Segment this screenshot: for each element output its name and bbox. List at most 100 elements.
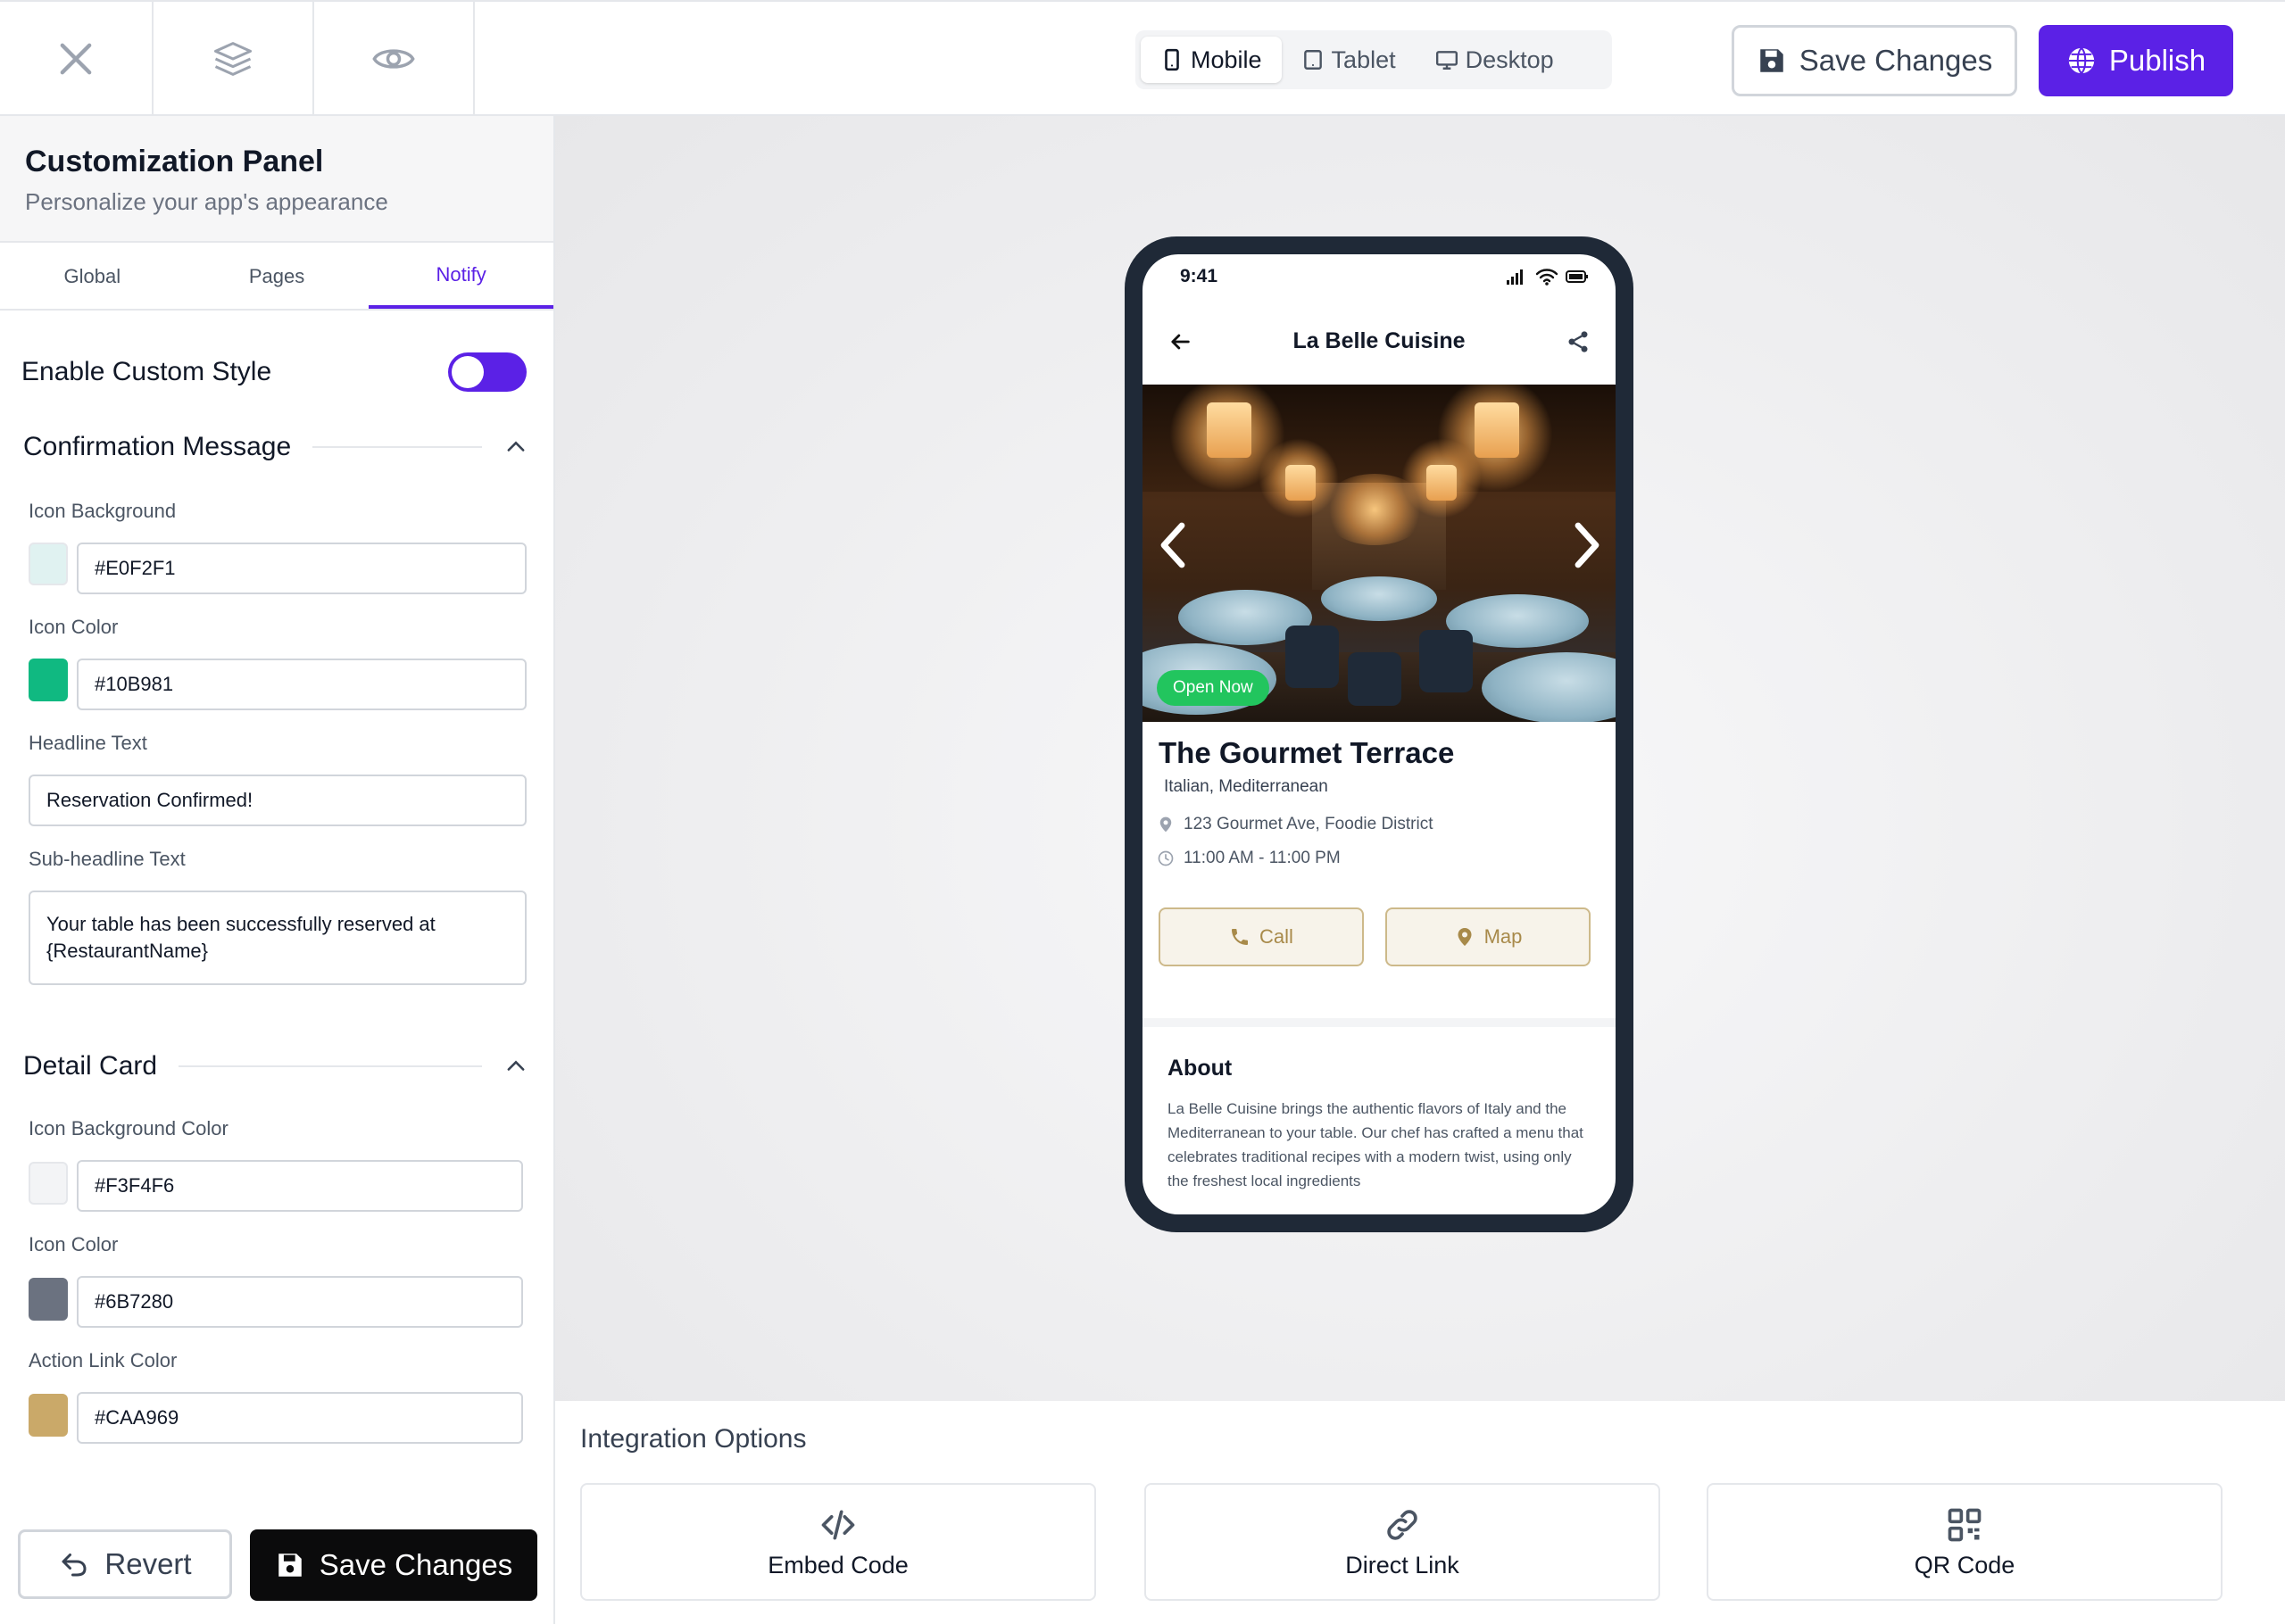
call-button[interactable]: Call <box>1159 907 1364 966</box>
hero-pendant-lamp <box>1285 465 1316 501</box>
about-text: La Belle Cuisine brings the authentic fl… <box>1167 1100 1583 1189</box>
enable-custom-style-row: Enable Custom Style <box>21 350 527 394</box>
device-mobile-button[interactable]: Mobile <box>1141 37 1282 83</box>
integration-options: Integration Options Embed Code Direct Li… <box>555 1401 2285 1624</box>
embed-code-card[interactable]: Embed Code <box>580 1483 1096 1601</box>
detail-card-section-title: Detail Card <box>23 1051 158 1081</box>
close-icon <box>60 43 92 75</box>
tab-pages[interactable]: Pages <box>185 244 370 309</box>
floppy-disk-icon <box>1760 49 1783 72</box>
preview-button[interactable] <box>314 2 475 116</box>
subheadline-text-input[interactable]: Your table has been successfully reserve… <box>29 891 527 985</box>
icon-color-input[interactable]: #10B981 <box>77 659 527 710</box>
link-icon <box>1387 1509 1417 1540</box>
eye-icon <box>372 49 415 69</box>
direct-link-label: Direct Link <box>1345 1551 1459 1578</box>
headline-text-input[interactable]: Reservation Confirmed! <box>29 775 527 826</box>
save-changes-button[interactable]: Save Changes <box>1732 25 2017 96</box>
detail-icon-background-swatch[interactable] <box>29 1162 68 1205</box>
enable-custom-style-label: Enable Custom Style <box>21 357 272 386</box>
detail-icon-color-swatch[interactable] <box>29 1278 68 1321</box>
device-tablet-button[interactable]: Tablet <box>1282 37 1416 83</box>
section-divider <box>312 446 482 448</box>
revert-button[interactable]: Revert <box>18 1529 232 1599</box>
chevron-up-icon <box>507 441 525 452</box>
detail-icon-background-label: Icon Background Color <box>29 1117 228 1139</box>
clock-icon <box>1158 850 1174 866</box>
revert-label: Revert <box>104 1547 192 1580</box>
icon-color-label: Icon Color <box>29 616 119 638</box>
restaurant-hero-image: Open Now <box>1142 385 1616 722</box>
restaurant-hours: 11:00 AM - 11:00 PM <box>1184 849 1341 867</box>
panel-header: Customization Panel Personalize your app… <box>0 116 553 243</box>
call-label: Call <box>1259 925 1293 948</box>
carousel-prev-icon[interactable] <box>1155 518 1191 572</box>
open-now-badge: Open Now <box>1157 670 1269 706</box>
map-pin-icon <box>1159 816 1172 833</box>
share-icon[interactable] <box>1566 329 1591 354</box>
restaurant-cuisine: Italian, Mediterranean <box>1164 777 1328 796</box>
device-desktop-label: Desktop <box>1465 46 1554 73</box>
tablet-icon <box>1303 50 1322 70</box>
toggle-knob <box>452 356 484 388</box>
device-mobile-label: Mobile <box>1191 46 1262 73</box>
detail-icon-background-input[interactable]: #F3F4F6 <box>77 1160 523 1212</box>
phone-frame: 9:41 La Belle Cuisine Open Now The Gourm… <box>1125 236 1633 1232</box>
device-switcher: Mobile Tablet Desktop <box>1135 30 1612 89</box>
publish-label: Publish <box>2108 44 2206 77</box>
confirmation-section-title: Confirmation Message <box>23 432 292 461</box>
panel-save-changes-button[interactable]: Save Changes <box>250 1529 537 1601</box>
icon-background-input[interactable]: #E0F2F1 <box>77 543 527 594</box>
publish-button[interactable]: Publish <box>2039 25 2233 96</box>
back-arrow-icon[interactable] <box>1167 329 1192 354</box>
top-toolbar: Mobile Tablet Desktop Save Changes Publi… <box>0 0 2285 116</box>
panel-subtitle: Personalize your app's appearance <box>25 188 388 215</box>
icon-color-swatch[interactable] <box>29 659 68 701</box>
device-desktop-button[interactable]: Desktop <box>1416 37 1574 83</box>
tab-global[interactable]: Global <box>0 244 185 309</box>
map-button[interactable]: Map <box>1385 907 1591 966</box>
phone-screen: 9:41 La Belle Cuisine Open Now The Gourm… <box>1142 254 1616 1214</box>
map-pin-icon <box>1458 928 1472 946</box>
enable-custom-style-toggle[interactable] <box>448 352 527 392</box>
carousel-next-icon[interactable] <box>1569 518 1605 572</box>
qr-code-icon <box>1948 1508 1982 1541</box>
hero-pendant-lamp <box>1207 402 1251 458</box>
embed-code-label: Embed Code <box>768 1551 909 1578</box>
detail-icon-color-input[interactable]: #6B7280 <box>77 1276 523 1328</box>
desktop-icon <box>1435 51 1458 70</box>
address-row: 123 Gourmet Ave, Foodie District <box>1157 815 1433 834</box>
hero-chair <box>1419 630 1473 692</box>
app-header: La Belle Cuisine <box>1142 299 1616 385</box>
map-label: Map <box>1483 925 1523 948</box>
wifi-icon <box>1535 269 1558 286</box>
battery-icon <box>1566 270 1588 283</box>
status-time: 9:41 <box>1180 266 1218 286</box>
confirmation-section-header[interactable]: Confirmation Message <box>23 425 528 469</box>
direct-link-card[interactable]: Direct Link <box>1144 1483 1660 1601</box>
layers-icon <box>213 42 253 76</box>
device-tablet-label: Tablet <box>1331 46 1396 73</box>
headline-text-label: Headline Text <box>29 732 147 754</box>
panel-tabs: Global Pages Notify <box>0 244 554 311</box>
restaurant-address: 123 Gourmet Ave, Foodie District <box>1184 815 1433 833</box>
app-title: La Belle Cuisine <box>1292 328 1466 353</box>
action-link-color-swatch[interactable] <box>29 1394 68 1437</box>
hero-light-glow <box>1321 474 1428 545</box>
layers-button[interactable] <box>154 2 314 116</box>
icon-background-label: Icon Background <box>29 500 177 522</box>
code-icon <box>821 1510 855 1539</box>
tab-notify[interactable]: Notify <box>369 244 554 309</box>
panel-footer: Revert Save Changes <box>0 1494 553 1624</box>
globe-icon <box>2068 47 2095 74</box>
close-button[interactable] <box>0 2 154 116</box>
chevron-up-icon <box>507 1060 525 1071</box>
floppy-disk-icon <box>278 1554 302 1577</box>
detail-card-section-header[interactable]: Detail Card <box>23 1044 528 1089</box>
hero-pendant-lamp <box>1426 465 1457 501</box>
hero-table <box>1321 576 1437 621</box>
qr-code-card[interactable]: QR Code <box>1707 1483 2223 1601</box>
signal-icon <box>1507 269 1523 285</box>
action-link-color-input[interactable]: #CAA969 <box>77 1392 523 1444</box>
icon-background-swatch[interactable] <box>29 543 68 585</box>
